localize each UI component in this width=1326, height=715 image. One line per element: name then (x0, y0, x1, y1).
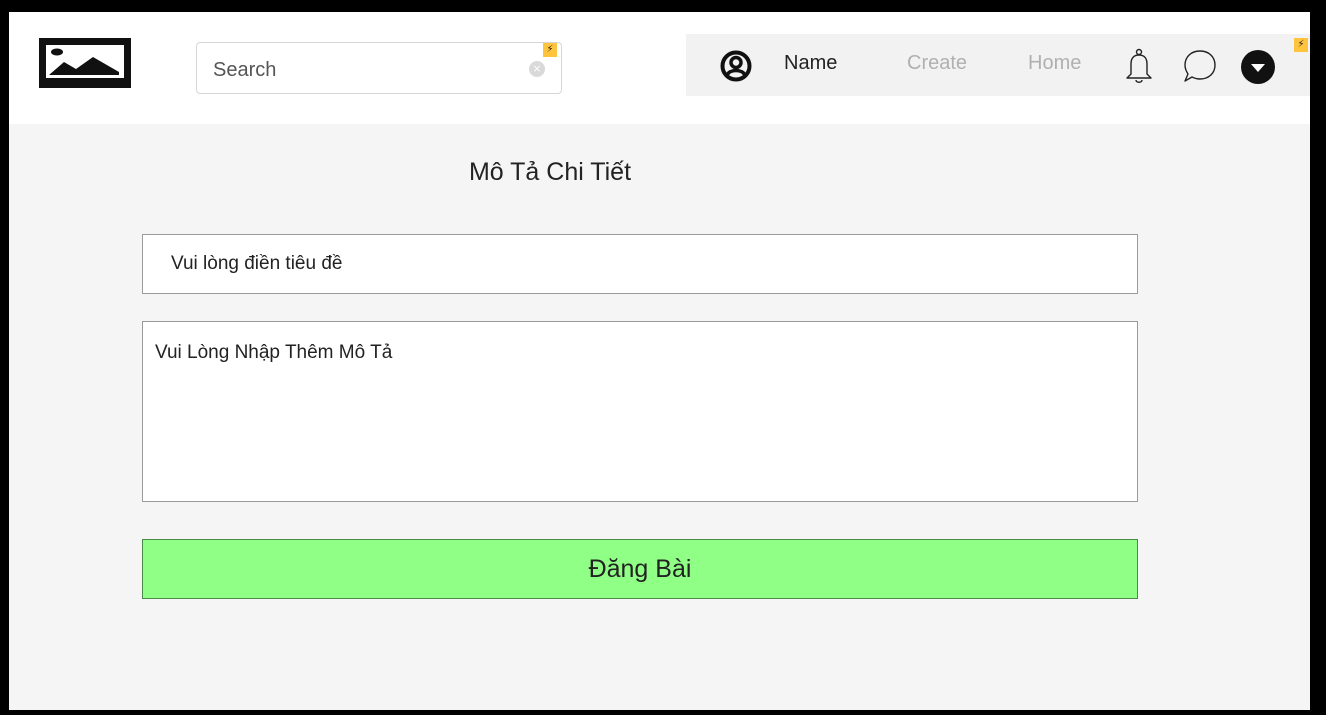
image-placeholder-icon[interactable] (39, 38, 131, 88)
page-title: Mô Tả Chi Tiết (468, 158, 632, 186)
description-field[interactable] (142, 321, 1138, 502)
nav-home-link[interactable]: Home (1028, 52, 1081, 75)
chat-bubble-icon[interactable] (1182, 48, 1218, 84)
user-nav-area: Name Create Home (686, 34, 1310, 96)
user-circle-icon[interactable] (720, 50, 752, 82)
search-input[interactable] (211, 55, 515, 85)
search-box[interactable]: × (196, 42, 562, 94)
nav-create-link[interactable]: Create (907, 52, 967, 75)
nav-name-link[interactable]: Name (784, 52, 837, 75)
chevron-down-circle-icon[interactable] (1240, 49, 1276, 85)
top-navigation-bar: × ⚡ Name Create Home (9, 12, 1310, 124)
submit-post-button[interactable]: Đăng Bài (142, 539, 1138, 599)
bell-icon[interactable] (1124, 48, 1154, 84)
lightning-badge-icon: ⚡ (1294, 38, 1308, 52)
title-field[interactable] (142, 234, 1138, 294)
clear-circle-icon[interactable]: × (529, 61, 545, 77)
lightning-badge-icon: ⚡ (543, 43, 557, 57)
app-window: × ⚡ Name Create Home (9, 12, 1310, 710)
